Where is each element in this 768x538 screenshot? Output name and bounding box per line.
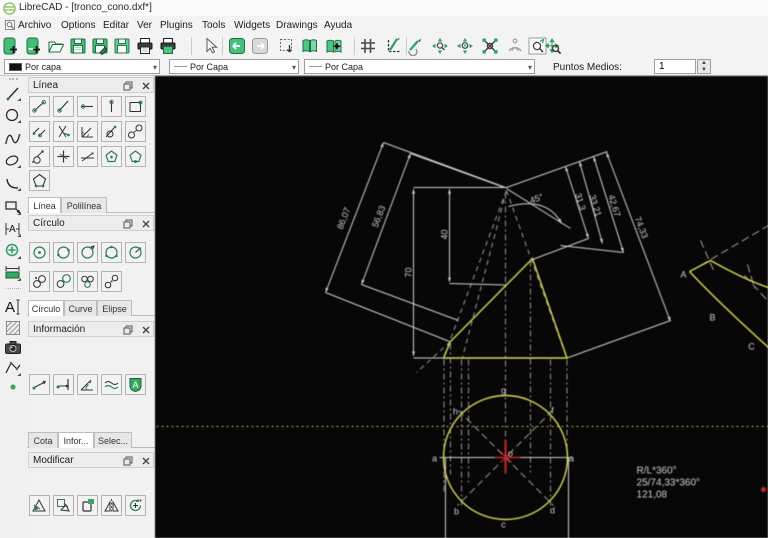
- svg-text:31,3: 31,3: [573, 192, 588, 212]
- svg-text:C: C: [748, 342, 755, 352]
- svg-text:A: A: [9, 224, 16, 235]
- svg-text:a: a: [569, 454, 574, 464]
- svg-text:h: h: [453, 407, 458, 417]
- svg-text:b: b: [454, 507, 459, 517]
- svg-text:g: g: [501, 386, 506, 396]
- svg-text:a: a: [432, 454, 437, 464]
- svg-text:45°: 45°: [528, 192, 545, 206]
- svg-text:86,07: 86,07: [335, 206, 352, 231]
- svg-text:o: o: [508, 449, 513, 459]
- svg-text:121,08: 121,08: [637, 490, 668, 501]
- svg-text:70: 70: [404, 268, 414, 278]
- svg-text:33,21: 33,21: [587, 193, 603, 217]
- svg-text:40: 40: [440, 230, 450, 240]
- svg-text:25/74,33*360°: 25/74,33*360°: [637, 478, 701, 489]
- svg-text:A: A: [5, 299, 15, 316]
- svg-text:B: B: [710, 313, 716, 323]
- svg-text:A: A: [133, 380, 139, 390]
- svg-text:c: c: [501, 520, 506, 530]
- svg-text:f: f: [551, 406, 554, 416]
- svg-text:56,83: 56,83: [370, 204, 387, 229]
- svg-text:A: A: [681, 270, 687, 280]
- svg-text:R/L*360°: R/L*360°: [637, 466, 677, 477]
- svg-text:d: d: [550, 506, 555, 516]
